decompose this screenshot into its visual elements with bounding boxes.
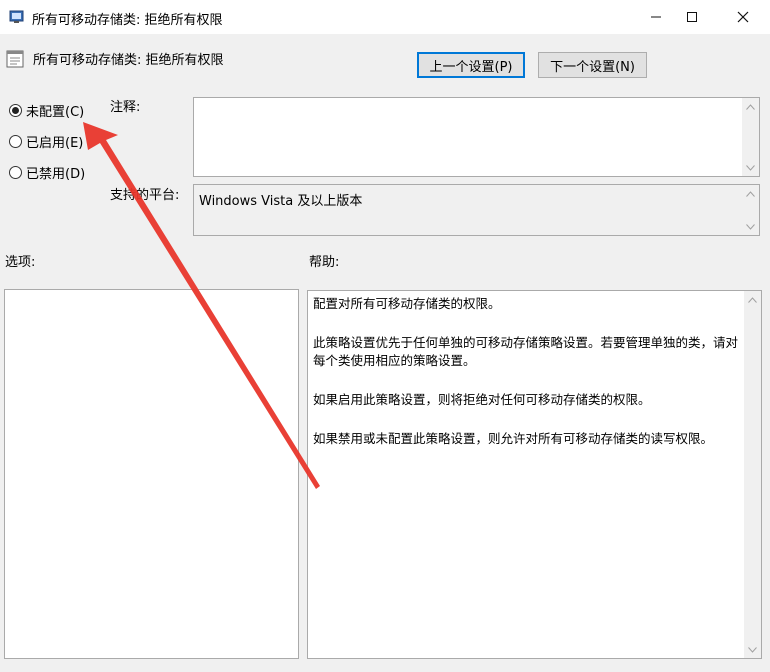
previous-setting-button[interactable]: 上一个设置(P) (417, 52, 525, 78)
help-paragraph: 此策略设置优先于任何单独的可移动存储策略设置。若要管理单独的类，请对每个类使用相… (313, 335, 739, 368)
radio-disabled[interactable]: 已禁用(D) (9, 163, 85, 182)
window-title: 所有可移动存储类: 拒绝所有权限 (32, 13, 223, 28)
help-paragraph: 如果启用此策略设置，则将拒绝对任何可移动存储类的权限。 (313, 392, 651, 407)
scroll-up-icon[interactable] (744, 291, 761, 308)
help-label: 帮助: (309, 255, 340, 270)
help-paragraph: 配置对所有可移动存储类的权限。 (313, 296, 501, 311)
policy-window-icon (9, 9, 25, 28)
help-paragraph: 如果禁用或未配置此策略设置，则允许对所有可移动存储类的读写权限。 (313, 431, 714, 446)
radio-label: 已禁用(D) (26, 167, 86, 182)
next-setting-button[interactable]: 下一个设置(N) (538, 52, 647, 78)
radio-not-configured[interactable]: 未配置(C) (9, 101, 84, 120)
title-bar: 所有可移动存储类: 拒绝所有权限 (0, 0, 770, 34)
scroll-down-icon[interactable] (744, 641, 761, 658)
help-text: 配置对所有可移动存储类的权限。 此策略设置优先于任何单独的可移动存储策略设置。若… (313, 295, 739, 469)
scroll-down-icon[interactable] (742, 218, 759, 235)
help-pane: 配置对所有可移动存储类的权限。 此策略设置优先于任何单独的可移动存储策略设置。若… (307, 290, 762, 659)
comment-textarea[interactable] (193, 97, 760, 177)
options-pane (4, 289, 299, 659)
radio-indicator[interactable] (9, 104, 22, 117)
policy-title: 所有可移动存储类: 拒绝所有权限 (33, 53, 224, 68)
supported-scrollbar[interactable] (742, 185, 759, 235)
comment-scrollbar[interactable] (742, 98, 759, 176)
comment-label: 注释: (110, 100, 141, 115)
supported-platforms-label: 支持的平台: (110, 188, 180, 203)
options-label: 选项: (5, 255, 36, 270)
maximize-button[interactable] (669, 0, 715, 34)
scroll-up-icon[interactable] (742, 98, 759, 115)
help-scrollbar[interactable] (744, 291, 761, 658)
radio-indicator[interactable] (9, 135, 22, 148)
supported-platforms-box: Windows Vista 及以上版本 (193, 184, 760, 236)
radio-indicator[interactable] (9, 166, 22, 179)
scroll-up-icon[interactable] (742, 185, 759, 202)
radio-label: 未配置(C) (26, 105, 85, 120)
scroll-down-icon[interactable] (742, 159, 759, 176)
radio-enabled[interactable]: 已启用(E) (9, 132, 83, 151)
supported-platforms-value: Windows Vista 及以上版本 (199, 194, 363, 209)
close-button[interactable] (720, 0, 766, 34)
radio-label: 已启用(E) (26, 136, 84, 151)
policy-setting-icon (6, 50, 24, 71)
